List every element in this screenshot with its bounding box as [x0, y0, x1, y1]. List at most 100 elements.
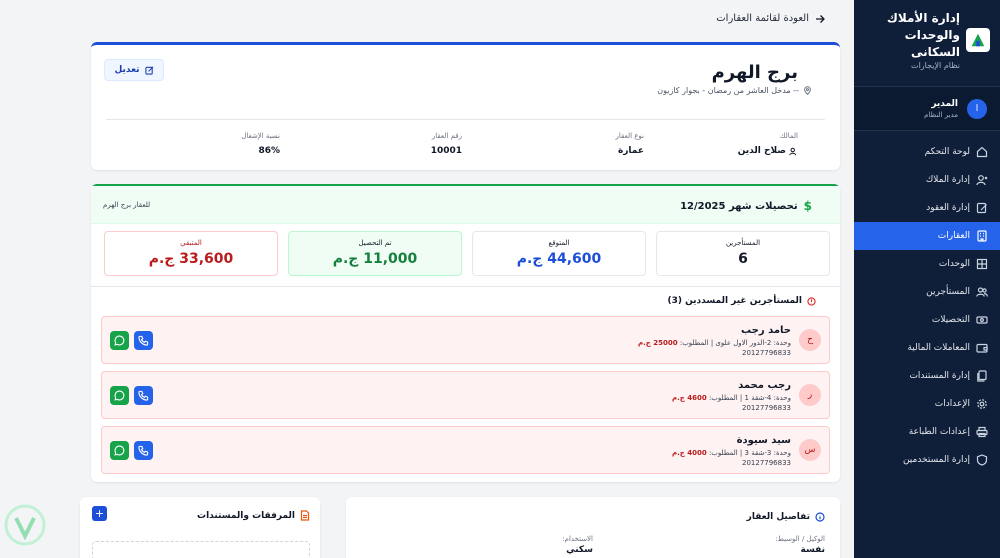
stat-value: 11,000 ج.م — [332, 251, 418, 267]
tenant-unit: وحدة: 3-شقة 3 | المطلوب: 4000 ج.م — [672, 449, 791, 457]
property-header-card: برج الهرم -- مدخل العاشر من رمضان - بجوا… — [91, 42, 840, 170]
sidebar-item-label: الإعدادات — [934, 399, 970, 409]
edit-button[interactable]: تعديل — [104, 59, 164, 81]
tenant-name: حامد رجب — [741, 325, 791, 336]
divider — [91, 286, 840, 287]
stat-value: 44,600 ج.م — [516, 251, 602, 267]
call-button[interactable] — [134, 386, 153, 405]
document-icon — [300, 510, 310, 521]
dollar-icon: $ — [803, 199, 812, 213]
property-address: -- مدخل العاشر من رمضان - بجوار كازيون — [657, 86, 812, 95]
whatsapp-button[interactable] — [110, 386, 129, 405]
sidebar-item-transactions[interactable]: المعاملات المالية — [854, 334, 1000, 362]
tenant-phone: 20127796833 — [742, 349, 791, 357]
agent-label: الوكيل / الوسيط: — [775, 535, 825, 543]
tenant-avatar: س — [799, 439, 821, 461]
owner-label: المالك — [779, 132, 798, 140]
agent-value: نفسة — [800, 545, 825, 555]
attachments-title-text: المرفقات والمستندات — [197, 510, 295, 521]
sidebar-item-label: المعاملات المالية — [907, 343, 970, 353]
back-link[interactable]: العودة لقائمة العقارات — [716, 13, 825, 24]
user-panel[interactable]: ا المدير مدير النظام — [854, 87, 1000, 131]
type-label: نوع العقار — [615, 132, 644, 140]
phone-icon — [138, 390, 149, 401]
brand: إدارة الأملاك والوحدات السكانى نظام الإي… — [854, 0, 1000, 87]
edit-button-label: تعديل — [114, 65, 140, 75]
add-attachment-button[interactable]: + — [92, 506, 107, 521]
whatsapp-button[interactable] — [110, 441, 129, 460]
sidebar-item-tenants[interactable]: المستأجرين — [854, 278, 1000, 306]
tenant-due: 4000 ج.م — [671, 449, 707, 457]
cash-icon — [976, 316, 988, 324]
avatar: ا — [967, 99, 987, 119]
location-pin-icon — [804, 86, 811, 95]
tenant-row[interactable]: ح حامد رجب وحدة: 2-الدور الاول علوى | ال… — [101, 316, 830, 364]
upload-dropzone[interactable] — [92, 541, 310, 558]
divider — [106, 119, 825, 120]
wallet-icon — [976, 343, 988, 353]
attachments-card: المرفقات والمستندات + — [80, 497, 320, 558]
tenant-unit-text: وحدة: 2-الدور الاول علوى | المطلوب: — [679, 339, 791, 347]
phone-icon — [138, 335, 149, 346]
stat-remaining: المتبقي 33,600 ج.م — [104, 231, 278, 276]
user-icon — [789, 147, 797, 155]
sidebar-item-label: إعدادات الطباعة — [908, 427, 970, 437]
tenant-phone: 20127796833 — [742, 459, 791, 467]
stat-value: 6 — [738, 251, 748, 267]
whatsapp-icon — [114, 445, 125, 456]
collections-property: للعقار برج الهرم — [103, 201, 151, 209]
whatsapp-button[interactable] — [110, 331, 129, 350]
tenant-unit: وحدة: 4-شقة 1 | المطلوب: 4600 ج.م — [672, 394, 791, 402]
sidebar-item-label: إدارة الملاك — [925, 175, 970, 185]
sidebar-item-label: إدارة المستندات — [909, 371, 970, 381]
arrow-right-icon — [816, 14, 825, 23]
call-button[interactable] — [134, 331, 153, 350]
owner-name: صلاح الدين — [737, 146, 786, 156]
sidebar-item-owners[interactable]: إدارة الملاك — [854, 166, 1000, 194]
stat-value: 33,600 ج.م — [148, 251, 234, 267]
sidebar-item-print-settings[interactable]: إعدادات الطباعة — [854, 418, 1000, 446]
tenant-phone: 20127796833 — [742, 404, 791, 412]
sidebar-item-properties[interactable]: العقارات — [854, 222, 1000, 250]
info-icon — [815, 512, 825, 522]
whatsapp-icon — [114, 335, 125, 346]
type-value: عمارة — [617, 146, 644, 156]
tenant-row[interactable]: ر رجب محمد وحدة: 4-شقة 1 | المطلوب: 4600… — [101, 371, 830, 419]
tenant-name: رجب محمد — [738, 380, 791, 391]
unpaid-title-text: المستأجرين غير المسددين (3) — [667, 296, 802, 306]
usage-value: سكني — [566, 545, 593, 555]
call-button[interactable] — [134, 441, 153, 460]
tenant-avatar: ح — [799, 329, 821, 351]
sidebar-item-label: المستأجرين — [926, 287, 970, 297]
stat-label: المستأجرين — [725, 239, 761, 247]
sidebar-item-label: لوحة التحكم — [924, 147, 970, 157]
occupancy-label: نسبة الإشغال — [241, 132, 280, 140]
tenant-unit-text: وحدة: 4-شقة 1 | المطلوب: — [708, 394, 791, 402]
sidebar-item-settings[interactable]: الإعدادات — [854, 390, 1000, 418]
documents-icon — [977, 370, 987, 382]
sidebar-item-documents[interactable]: إدارة المستندات — [854, 362, 1000, 390]
sidebar-item-label: الوحدات — [938, 259, 970, 269]
edit-icon — [144, 66, 154, 75]
sidebar-item-users[interactable]: إدارة المستخدمين — [854, 446, 1000, 474]
contract-icon — [976, 202, 987, 214]
shield-icon — [976, 454, 988, 466]
sidebar-item-label: التحصيلات — [931, 315, 970, 325]
property-address-text: -- مدخل العاشر من رمضان - بجوار كازيون — [657, 86, 799, 95]
sidebar-item-units[interactable]: الوحدات — [854, 250, 1000, 278]
details-title-text: تفاصيل العقار — [746, 512, 810, 522]
sidebar-item-label: العقارات — [937, 231, 970, 241]
watermark-logo — [4, 504, 46, 546]
gear-icon — [977, 399, 987, 409]
grid-icon — [976, 258, 988, 270]
sidebar-item-dashboard[interactable]: لوحة التحكم — [854, 138, 1000, 166]
sidebar-item-collections[interactable]: التحصيلات — [854, 306, 1000, 334]
tenant-row[interactable]: س سيد سيودة وحدة: 3-شقة 3 | المطلوب: 400… — [101, 426, 830, 474]
tenant-avatar: ر — [799, 384, 821, 406]
stat-expected: المتوقع 44,600 ج.م — [472, 231, 646, 276]
sidebar-item-contracts[interactable]: إدارة العقود — [854, 194, 1000, 222]
number-label: رقم العقار — [431, 132, 462, 140]
stat-label: تم التحصيل — [358, 239, 392, 247]
collections-header: $ تحصيلات شهر 12/2025 للعقار برج الهرم — [91, 186, 840, 224]
unpaid-title: المستأجرين غير المسددين (3) — [667, 296, 816, 306]
